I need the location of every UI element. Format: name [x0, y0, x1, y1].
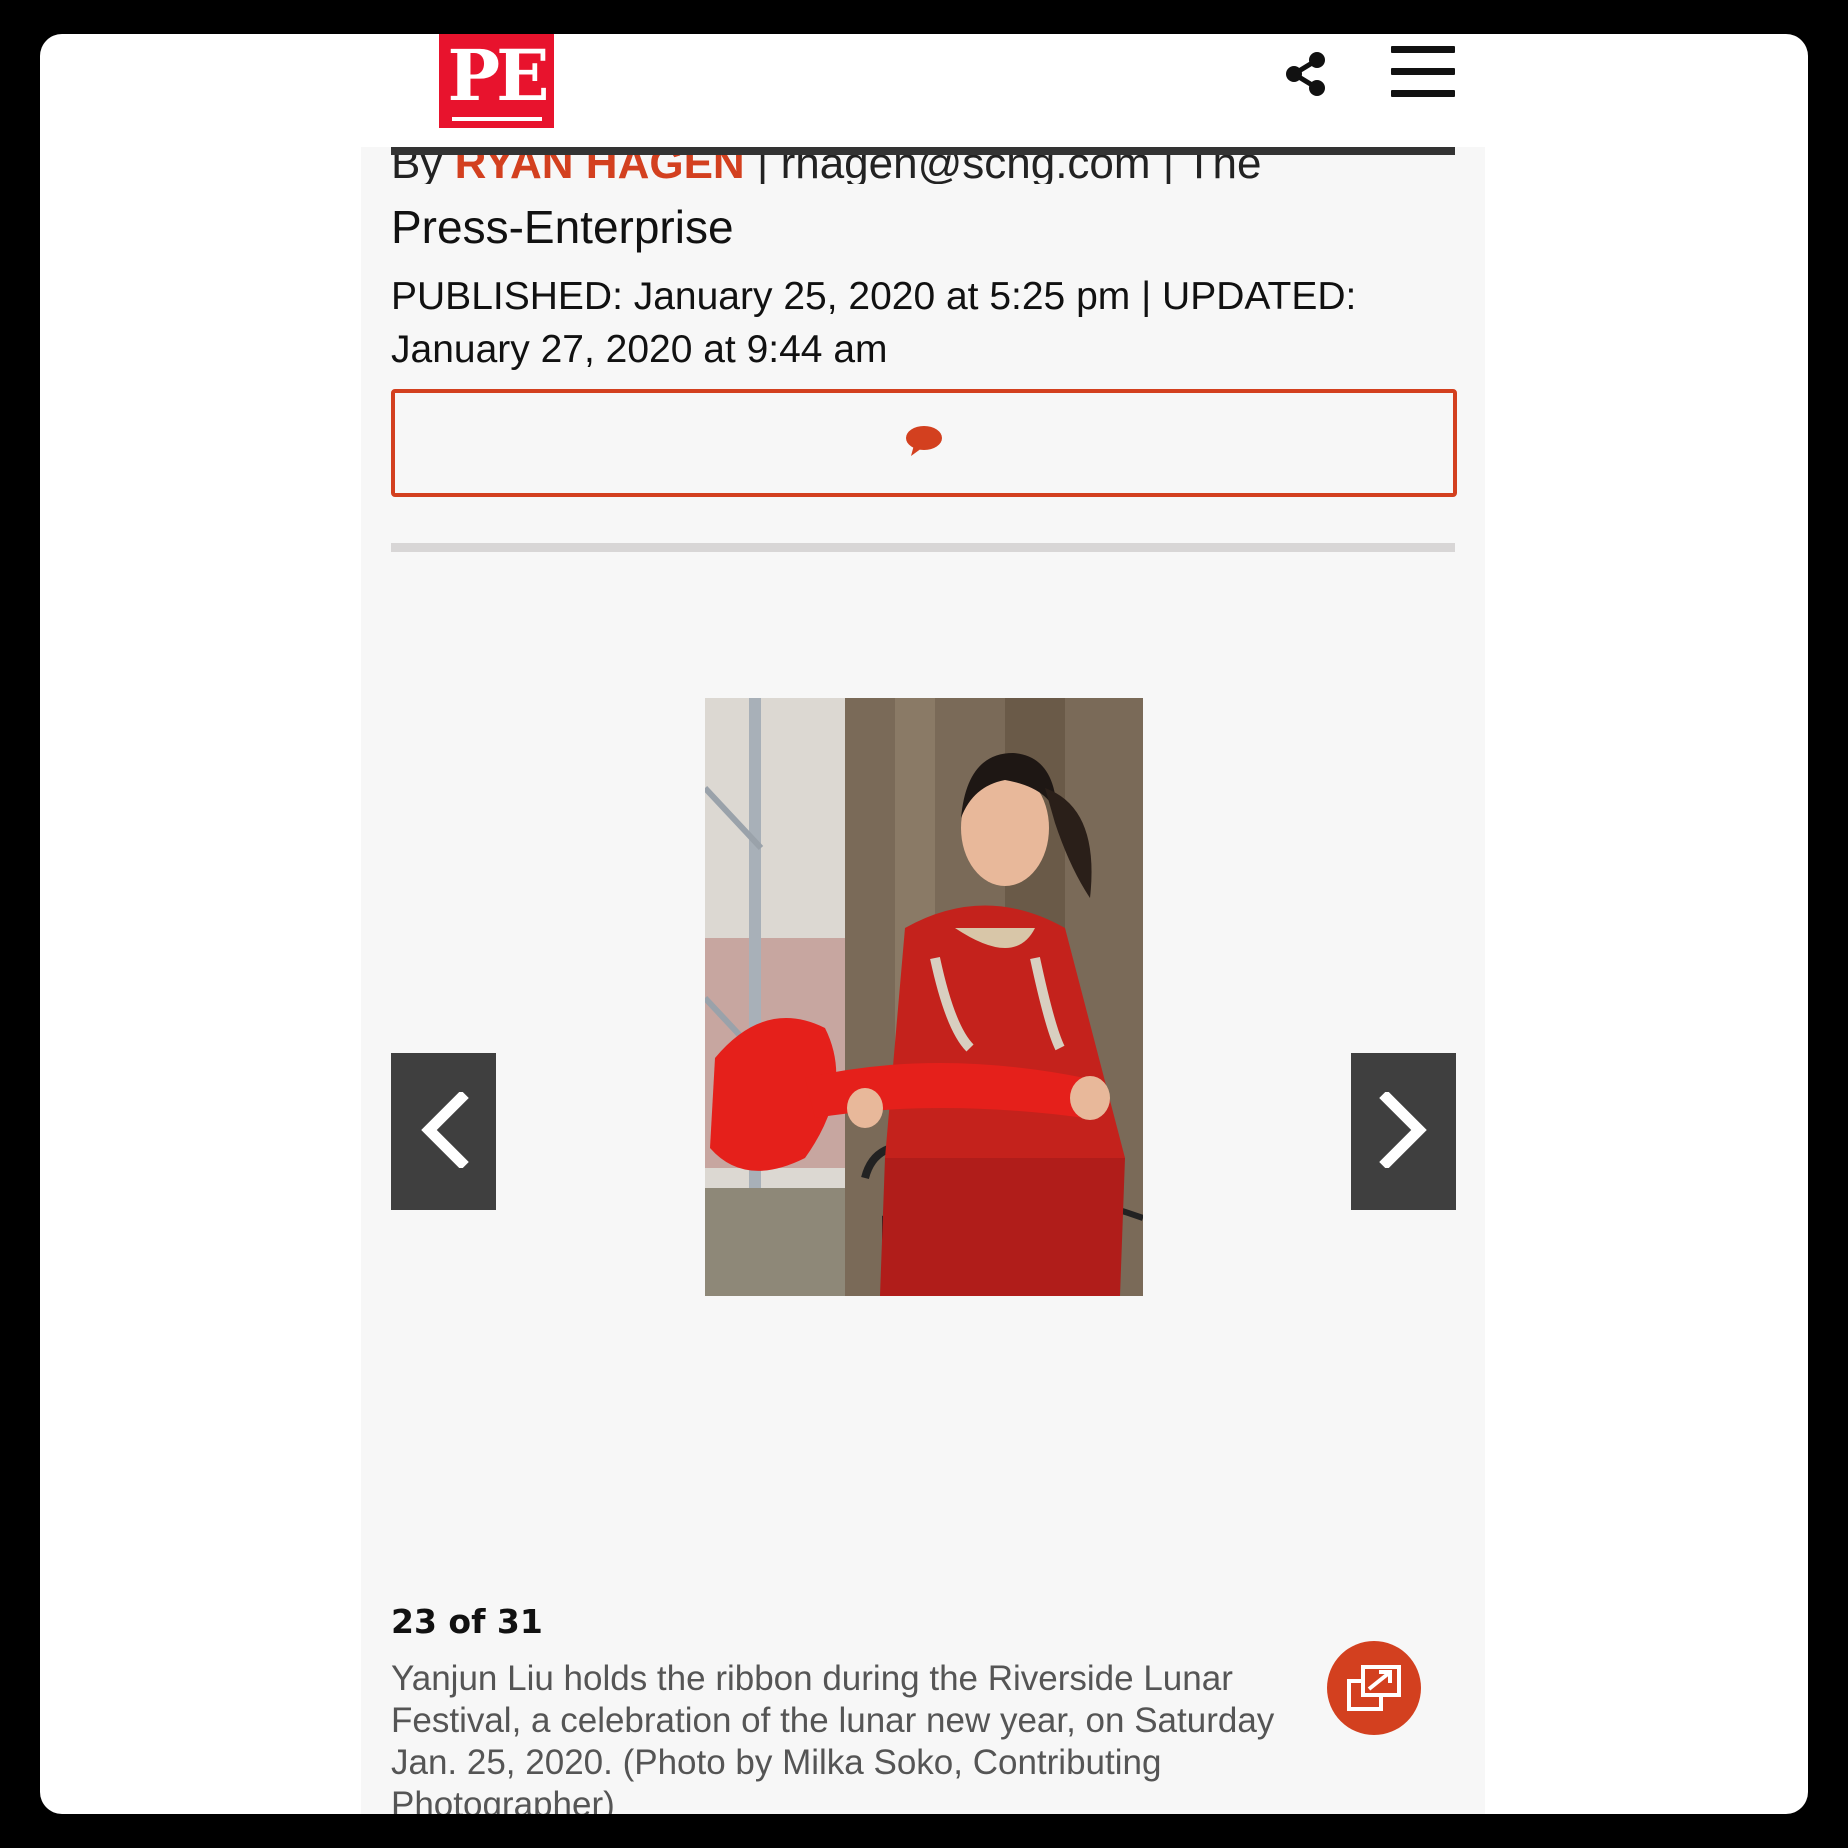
gallery-next-button[interactable]: [1351, 1053, 1456, 1210]
article-page: PE By RYAN HAGEN | rhagen@scng.com | The…: [361, 34, 1485, 1814]
publisher-name: Press-Enterprise: [391, 201, 734, 253]
gallery-counter: 23 of 31: [391, 1602, 543, 1641]
logo-underline: [451, 117, 542, 121]
gallery-photo: [705, 698, 1143, 1296]
comments-button[interactable]: [391, 389, 1457, 497]
share-icon[interactable]: [1283, 51, 1329, 97]
gallery-prev-button[interactable]: [391, 1053, 496, 1210]
site-header: PE: [361, 34, 1485, 147]
comment-bubble-icon: [905, 425, 943, 461]
hamburger-menu-icon[interactable]: [1391, 46, 1455, 98]
browser-frame: PE By RYAN HAGEN | rhagen@scng.com | The…: [40, 34, 1808, 1814]
publish-dates: PUBLISHED: January 25, 2020 at 5:25 pm |…: [391, 275, 1357, 371]
expand-external-icon[interactable]: [1327, 1641, 1421, 1735]
site-logo[interactable]: PE: [439, 34, 554, 128]
chevron-left-icon: [419, 1089, 469, 1172]
header-shadow: [391, 147, 1455, 155]
logo-text: PE: [447, 34, 550, 117]
section-divider: [391, 543, 1455, 552]
photo-caption: Yanjun Liu holds the ribbon during the R…: [391, 1659, 1275, 1814]
chevron-right-icon: [1378, 1089, 1429, 1172]
